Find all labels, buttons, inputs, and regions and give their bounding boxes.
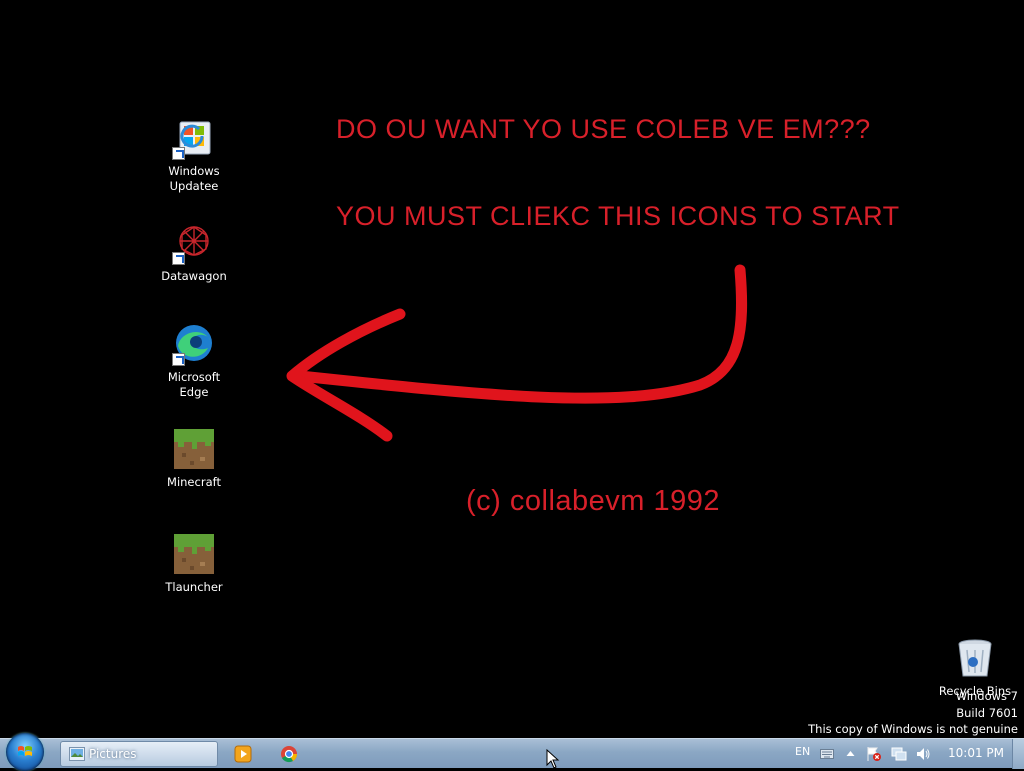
desktop-icon-label: Windows Updatee (168, 164, 220, 193)
taskbar-clock[interactable]: 10:01 PM (948, 746, 1004, 760)
windows-update-icon (172, 116, 216, 160)
desktop-icon-datawagon[interactable]: Datawagon (154, 221, 234, 284)
datawagon-icon (172, 221, 216, 265)
desktop-icon-label: Datawagon (161, 269, 227, 283)
keyboard-icon[interactable] (820, 749, 834, 759)
desktop-icon-tlauncher[interactable]: Tlauncher (154, 532, 234, 595)
watermark-version: Windows 7 (955, 689, 1018, 703)
mouse-cursor-icon (546, 749, 560, 769)
show-desktop-button[interactable] (1012, 739, 1024, 769)
watermark-genuine-notice: This copy of Windows is not genuine (808, 722, 1018, 736)
taskbar-window-label: Pictures (89, 747, 137, 761)
desktop-icon-label: Tlauncher (165, 580, 223, 594)
start-button[interactable] (6, 733, 44, 771)
windows-media-player-icon[interactable] (232, 743, 254, 765)
windows-flag-icon (18, 746, 32, 756)
desktop: DO OU WANT YO USE COLEB VE EM??? YOU MUS… (0, 0, 1024, 738)
edge-icon (172, 322, 216, 366)
desktop-icon-microsoft-edge[interactable]: Microsoft Edge (154, 322, 234, 400)
desktop-icon-minecraft[interactable]: Minecraft (154, 427, 234, 490)
watermark-build: Build 7601 (956, 706, 1018, 720)
wallpaper-copyright: (c) collabevm 1992 (466, 485, 720, 517)
wallpaper-headline: DO OU WANT YO USE COLEB VE EM??? (336, 114, 871, 144)
action-center-flag-icon[interactable] (866, 746, 882, 762)
shortcut-arrow-icon (172, 252, 185, 265)
minecraft-grass-block-icon (172, 427, 216, 471)
network-icon[interactable] (891, 746, 907, 762)
desktop-icon-label: Minecraft (167, 475, 221, 489)
shortcut-arrow-icon (172, 147, 185, 160)
desktop-icon-windows-updatee[interactable]: Windows Updatee (154, 116, 234, 194)
taskbar-window-pictures[interactable]: Pictures (60, 741, 218, 767)
show-hidden-icons-chevron-icon[interactable] (846, 750, 855, 757)
shortcut-arrow-icon (172, 353, 185, 366)
minecraft-grass-block-icon (172, 532, 216, 576)
volume-icon[interactable] (915, 746, 931, 762)
taskbar: Pictures EN 10:01 PM (0, 733, 1024, 771)
chrome-icon[interactable] (278, 743, 300, 765)
desktop-icon-label: Microsoft Edge (167, 370, 221, 399)
wallpaper-instruction: YOU MUST CLIEKC THIS ICONS TO START (336, 201, 900, 231)
language-indicator[interactable]: EN (795, 745, 810, 758)
pictures-folder-icon (69, 747, 85, 761)
recycle-bin-icon (953, 636, 997, 680)
